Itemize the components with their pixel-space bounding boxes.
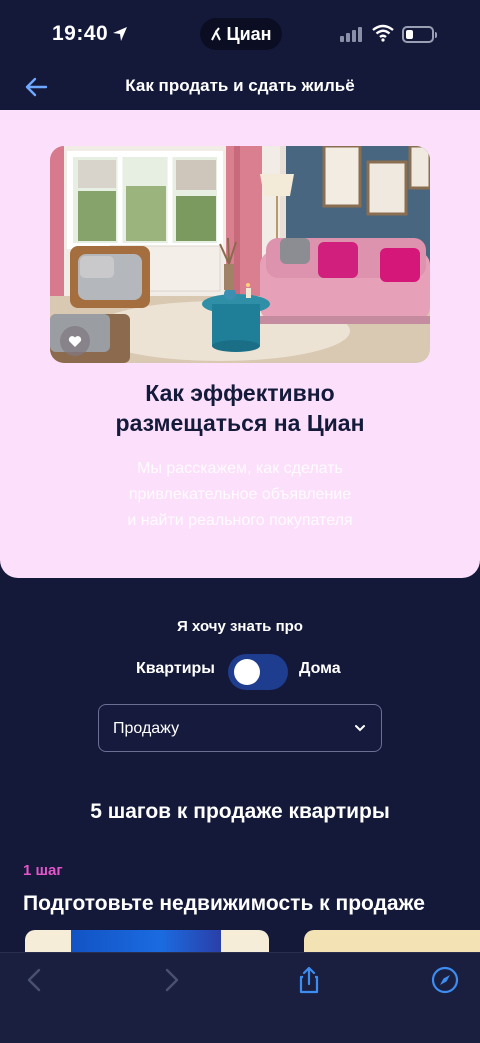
location-arrow-icon [113, 27, 127, 41]
status-time: 19:40 [52, 22, 109, 45]
cellular-signal-icon [340, 27, 362, 42]
step-badge: 1 шаг [23, 862, 63, 879]
status-pill-label: Циан [226, 23, 272, 44]
chevron-left-icon[interactable] [20, 965, 50, 995]
status-bar: 19:40 Циан [0, 0, 480, 64]
toggle-label-apartments[interactable]: Квартиры [136, 660, 215, 678]
heart-icon [68, 335, 82, 347]
status-app-pill[interactable]: Циан [200, 18, 282, 50]
section-title: 5 шагов к продаже квартиры [90, 800, 390, 823]
toggle-knob [234, 659, 260, 685]
page-title: Как продать и сдать жильё [125, 76, 355, 95]
compass-icon[interactable] [430, 965, 460, 995]
property-type-toggle-row: Квартиры Дома [0, 652, 480, 692]
share-icon[interactable] [294, 965, 324, 995]
deal-type-select[interactable]: Продажу [98, 704, 382, 752]
back-to-app-icon [211, 27, 222, 41]
living-room-photo [50, 146, 430, 363]
hero-subtitle: Мы расскажем, как сделать привлекательно… [127, 460, 353, 529]
hero-title: Как эффективно размещаться на Циан [115, 380, 365, 436]
chevron-down-icon [355, 725, 365, 732]
hero-card: Как эффективно размещаться на Циан Мы ра… [0, 110, 480, 578]
nav-header: Как продать и сдать жильё [0, 64, 480, 110]
step-title: Подготовьте недвижимость к продаже [23, 892, 425, 915]
chevron-right-icon[interactable] [156, 965, 186, 995]
wifi-icon [372, 24, 394, 42]
browser-toolbar [0, 952, 480, 1043]
battery-icon [402, 26, 437, 43]
toggle-label-houses[interactable]: Дома [299, 660, 341, 678]
favorite-button[interactable] [60, 326, 90, 356]
property-type-toggle[interactable] [228, 654, 288, 690]
select-value: Продажу [113, 720, 180, 737]
filter-label: Я хочу знать про [177, 618, 303, 635]
